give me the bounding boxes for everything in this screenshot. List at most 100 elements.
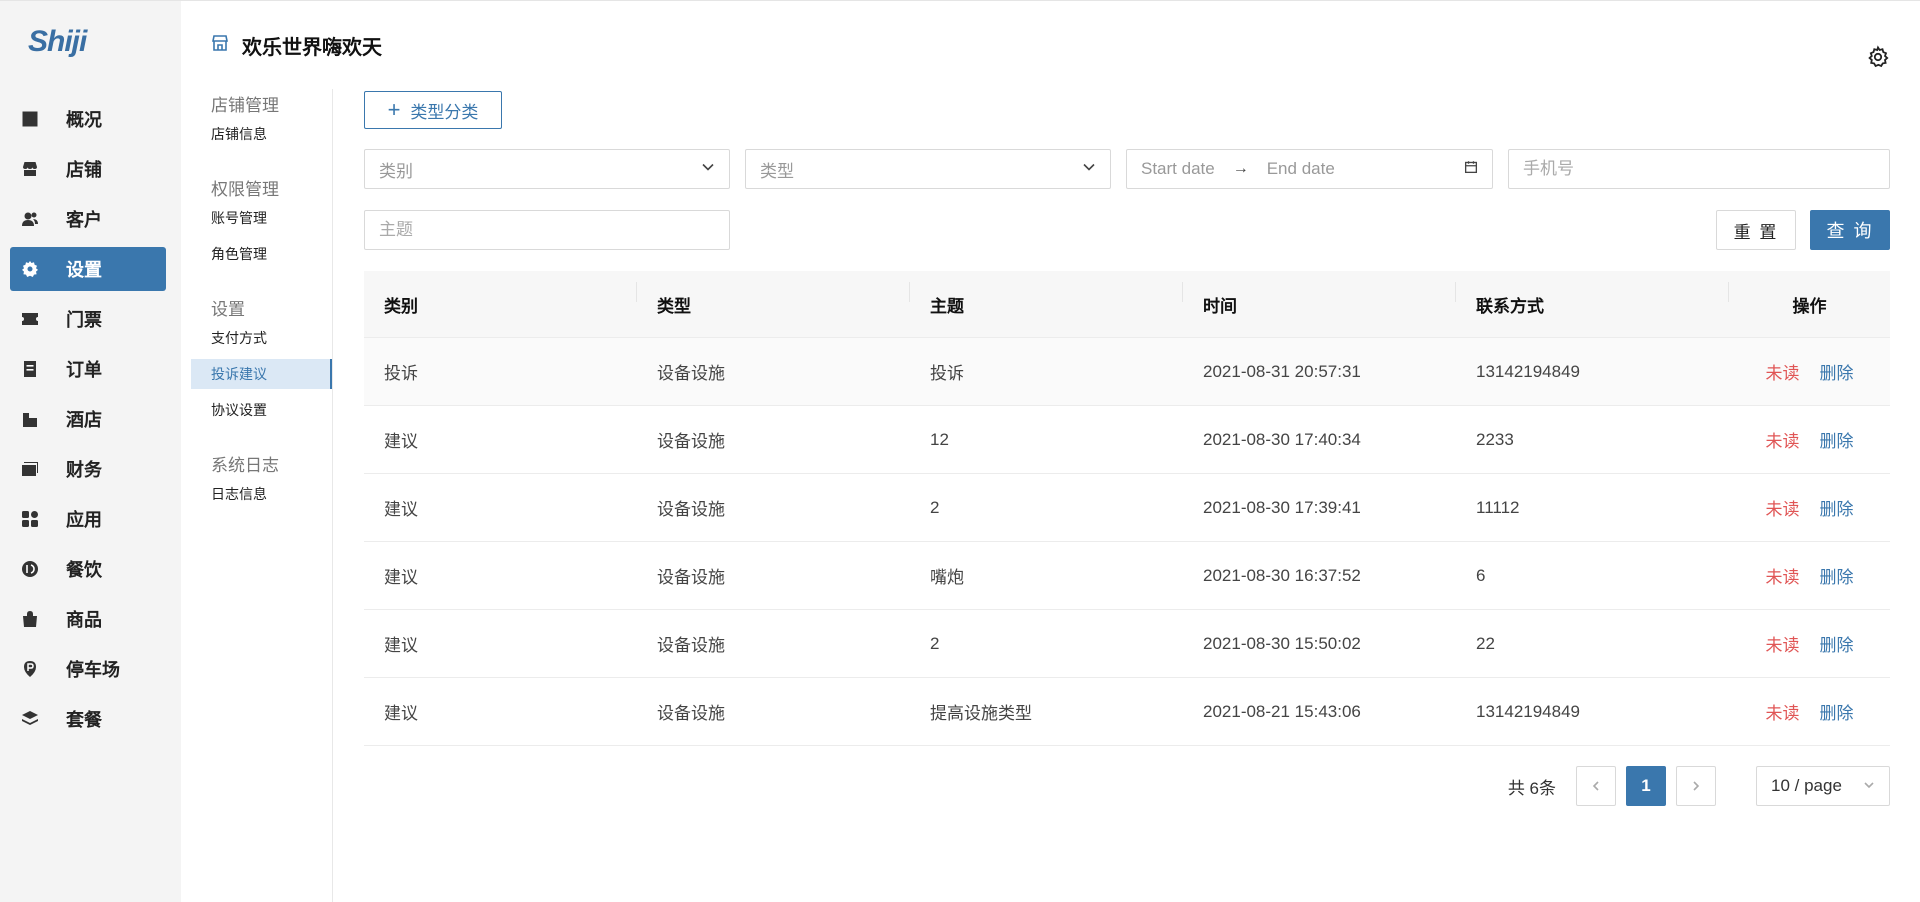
column-header-subject: 主题 bbox=[910, 281, 1183, 317]
prev-page-button[interactable] bbox=[1576, 766, 1616, 806]
table-header: 类别 类型 主题 时间 联系方式 操作 bbox=[364, 271, 1890, 338]
chevron-left-icon bbox=[1592, 781, 1599, 791]
reset-button[interactable]: 重 置 bbox=[1716, 210, 1796, 250]
phone-field[interactable] bbox=[1508, 149, 1890, 189]
users-icon bbox=[20, 209, 40, 229]
cell-type: 设备设施 bbox=[657, 500, 725, 519]
cell-category: 建议 bbox=[384, 704, 418, 723]
sidebar-item-hotel[interactable]: 酒店 bbox=[10, 397, 166, 441]
subject-field[interactable] bbox=[364, 210, 730, 250]
cell-subject: 2 bbox=[930, 633, 940, 653]
sidebar-item-label: 门票 bbox=[66, 310, 102, 330]
submenu-item[interactable]: 角色管理 bbox=[191, 239, 332, 269]
sidebar-item-bag[interactable]: 商品 bbox=[10, 597, 166, 641]
submenu-group-title: 店铺管理 bbox=[211, 96, 279, 115]
cell-time: 2021-08-30 15:50:02 bbox=[1203, 633, 1361, 653]
sidebar-item-ticket[interactable]: 门票 bbox=[10, 297, 166, 341]
cell-category: 建议 bbox=[384, 500, 418, 519]
sidebar-item-parking[interactable]: 停车场 bbox=[10, 647, 166, 691]
cell-type: 设备设施 bbox=[657, 432, 725, 451]
cell-actions: 未读 删除 bbox=[1729, 631, 1890, 656]
unread-link[interactable]: 未读 bbox=[1766, 563, 1800, 588]
sidebar-item-label: 应用 bbox=[66, 510, 102, 530]
sidebar-item-label: 酒店 bbox=[66, 410, 102, 430]
unread-link[interactable]: 未读 bbox=[1766, 427, 1800, 452]
cell-category: 建议 bbox=[384, 432, 418, 451]
cell-actions: 未读 删除 bbox=[1729, 563, 1890, 588]
plus-icon: + bbox=[387, 97, 401, 122]
submenu-item[interactable]: 投诉建议 bbox=[191, 359, 332, 389]
cell-actions: 未读 删除 bbox=[1729, 359, 1890, 384]
end-date-input[interactable]: End date bbox=[1267, 159, 1335, 179]
main-nav: 概况店铺客户设置门票订单酒店财务应用餐饮商品停车场套餐 bbox=[10, 97, 166, 747]
sidebar-item-label: 商品 bbox=[66, 610, 102, 630]
cell-subject: 嘴炮 bbox=[930, 568, 964, 587]
unread-link[interactable]: 未读 bbox=[1766, 495, 1800, 520]
submenu-item[interactable]: 店铺信息 bbox=[191, 119, 332, 149]
sidebar-item-label: 客户 bbox=[66, 210, 102, 230]
cell-subject: 提高设施类型 bbox=[930, 704, 1032, 723]
date-range-picker[interactable]: Start date → End date bbox=[1126, 149, 1493, 189]
submenu-group-title: 系统日志 bbox=[211, 456, 279, 475]
sidebar-item-label: 店铺 bbox=[66, 160, 102, 180]
category-select[interactable]: 类别 bbox=[364, 149, 730, 189]
layers-icon bbox=[20, 709, 40, 729]
submenu-item[interactable]: 日志信息 bbox=[191, 479, 332, 509]
finance-icon bbox=[20, 459, 40, 479]
table-row[interactable]: 建议 设备设施 嘴炮 2021-08-30 16:37:52 6 未读 删除 bbox=[364, 542, 1890, 610]
page-number-current[interactable]: 1 bbox=[1626, 766, 1666, 806]
sidebar-item-store[interactable]: 店铺 bbox=[10, 147, 166, 191]
sidebar-item-order[interactable]: 订单 bbox=[10, 347, 166, 391]
subject-input[interactable] bbox=[379, 220, 715, 240]
submenu-item[interactable]: 账号管理 bbox=[191, 203, 332, 233]
sidebar-item-dining[interactable]: 餐饮 bbox=[10, 547, 166, 591]
cell-contact: 13142194849 bbox=[1476, 361, 1581, 381]
main-sidebar: Shiji 概况店铺客户设置门票订单酒店财务应用餐饮商品停车场套餐 bbox=[0, 1, 181, 902]
delete-link[interactable]: 删除 bbox=[1820, 563, 1854, 588]
submenu-item[interactable]: 协议设置 bbox=[191, 395, 332, 425]
type-select[interactable]: 类型 bbox=[745, 149, 1111, 189]
next-page-button[interactable] bbox=[1676, 766, 1716, 806]
unread-link[interactable]: 未读 bbox=[1766, 699, 1800, 724]
store-icon bbox=[210, 33, 242, 58]
delete-link[interactable]: 删除 bbox=[1820, 359, 1854, 384]
sidebar-item-gear[interactable]: 设置 bbox=[10, 247, 166, 291]
table-row[interactable]: 投诉 设备设施 投诉 2021-08-31 20:57:31 13142194849 未读… bbox=[364, 338, 1890, 406]
table-row[interactable]: 建议 设备设施 12 2021-08-30 17:40:34 2233 未读 删除 bbox=[364, 406, 1890, 474]
sidebar-item-chart[interactable]: 概况 bbox=[10, 97, 166, 141]
start-date-input[interactable]: Start date bbox=[1141, 159, 1215, 179]
sidebar-item-label: 套餐 bbox=[66, 710, 102, 730]
delete-link[interactable]: 删除 bbox=[1820, 427, 1854, 452]
settings-gear-icon[interactable] bbox=[1866, 45, 1890, 69]
phone-input[interactable] bbox=[1523, 159, 1875, 179]
unread-link[interactable]: 未读 bbox=[1766, 359, 1800, 384]
chevron-right-icon bbox=[1693, 781, 1700, 791]
sidebar-item-finance[interactable]: 财务 bbox=[10, 447, 166, 491]
table-row[interactable]: 建议 设备设施 2 2021-08-30 17:39:41 11112 未读 删除 bbox=[364, 474, 1890, 542]
submenu-group-title: 设置 bbox=[211, 300, 245, 319]
delete-link[interactable]: 删除 bbox=[1820, 699, 1854, 724]
column-header-actions: 操作 bbox=[1792, 296, 1827, 316]
order-icon bbox=[20, 359, 40, 379]
cell-time: 2021-08-30 17:40:34 bbox=[1203, 429, 1361, 449]
cell-type: 设备设施 bbox=[657, 568, 725, 587]
unread-link[interactable]: 未读 bbox=[1766, 631, 1800, 656]
delete-link[interactable]: 删除 bbox=[1820, 495, 1854, 520]
parking-icon bbox=[20, 659, 40, 679]
add-type-category-button[interactable]: + 类型分类 bbox=[364, 91, 502, 129]
cell-type: 设备设施 bbox=[657, 636, 725, 655]
brand-logo[interactable]: Shiji bbox=[28, 25, 87, 59]
store-icon bbox=[20, 159, 40, 179]
submenu-item[interactable]: 支付方式 bbox=[191, 323, 332, 353]
chevron-down-icon bbox=[701, 159, 715, 179]
sidebar-item-apps[interactable]: 应用 bbox=[10, 497, 166, 541]
query-button[interactable]: 查 询 bbox=[1810, 210, 1890, 250]
page-size-select[interactable]: 10 / page bbox=[1756, 766, 1890, 806]
table-row[interactable]: 建议 设备设施 2 2021-08-30 15:50:02 22 未读 删除 bbox=[364, 610, 1890, 678]
table-row[interactable]: 建议 设备设施 提高设施类型 2021-08-21 15:43:06 131421948… bbox=[364, 678, 1890, 746]
sidebar-item-layers[interactable]: 套餐 bbox=[10, 697, 166, 741]
cell-contact: 2233 bbox=[1476, 429, 1514, 449]
cell-time: 2021-08-31 20:57:31 bbox=[1203, 361, 1361, 381]
sidebar-item-users[interactable]: 客户 bbox=[10, 197, 166, 241]
delete-link[interactable]: 删除 bbox=[1820, 631, 1854, 656]
